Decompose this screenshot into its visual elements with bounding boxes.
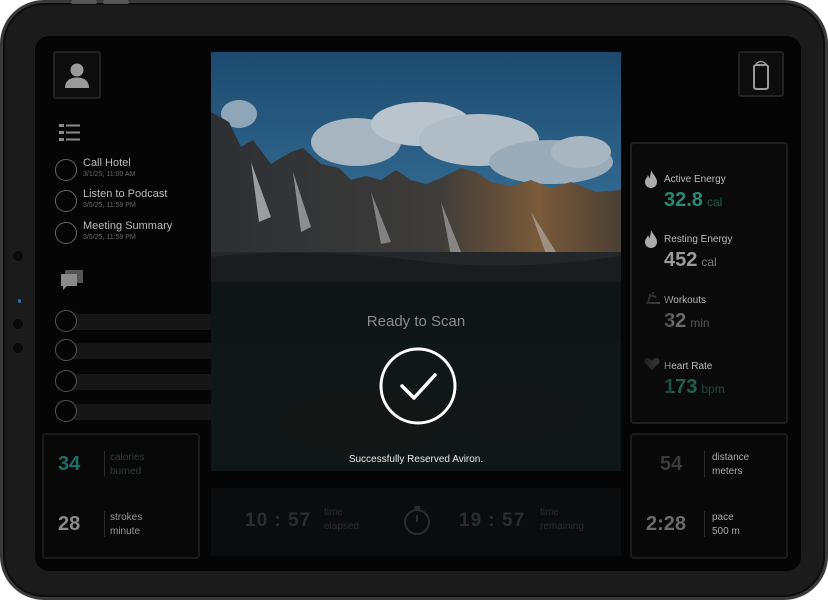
task-checkbox[interactable] (55, 190, 77, 212)
stat-label-line2: meters (712, 466, 743, 477)
flame-icon (645, 230, 657, 248)
task-title: Call Hotel (83, 157, 131, 169)
modal-title: Ready to Scan (366, 313, 466, 330)
metric-unit: min (690, 316, 710, 330)
tablet-frame: Call Hotel 3/1/25, 11:00 AM Listen to Po… (0, 0, 828, 600)
time-remaining-label-line2: remaining (540, 521, 584, 532)
stat-label: pace 500 m (712, 511, 740, 539)
stat-label-line2: minute (110, 526, 141, 537)
screen: Call Hotel 3/1/25, 11:00 AM Listen to Po… (35, 36, 801, 571)
slot-bar (73, 343, 217, 359)
stat-divider (104, 511, 105, 537)
side-button (13, 319, 23, 329)
slot-circle (55, 400, 77, 422)
metric-value: 173 bpm (664, 376, 725, 399)
metric-number: 32.8 (664, 189, 703, 211)
metric-value: 32.8 cal (664, 189, 722, 212)
stat-label-line1: distance (712, 452, 750, 463)
metric-unit: cal (706, 195, 723, 209)
remote-icon (753, 60, 769, 90)
timer-strip: 10 : 57 time elapsed 19 : 57 time remain… (211, 488, 621, 556)
left-stats-panel: 34 calories burned 28 strokes minute (42, 433, 200, 559)
top-button (103, 0, 129, 4)
stat-label-line1: pace (712, 512, 734, 523)
metric-number: 452 (664, 249, 698, 271)
metric-label: Resting Energy (664, 234, 733, 245)
stat-divider (104, 451, 105, 477)
stat-value: 34 (58, 453, 81, 475)
slot-bar (73, 404, 217, 420)
stat-distance: 54 distance meters (632, 447, 786, 487)
remote-button[interactable] (738, 51, 784, 97)
stat-label: calories burned (110, 451, 144, 479)
panel-shadow (632, 280, 672, 422)
mountain-landscape-image (211, 52, 621, 282)
task-checkbox[interactable] (55, 222, 77, 244)
stat-value: 2:28 (646, 513, 687, 535)
checkmark-icon (379, 347, 457, 425)
stat-label-line1: strokes (110, 512, 143, 523)
slot-circle (55, 370, 77, 392)
stat-label: strokes minute (110, 511, 142, 539)
task-date: 3/5/25, 11:59 PM (83, 234, 136, 241)
stat-strokes: 28 strokes minute (44, 507, 198, 547)
time-elapsed-value: 10 : 57 (245, 510, 312, 531)
metric-label: Active Energy (664, 174, 726, 185)
stat-label: distance meters (712, 451, 749, 479)
task-checkbox[interactable] (55, 159, 77, 181)
time-remaining-label: time remaining (540, 506, 584, 534)
stopwatch-icon (404, 506, 430, 535)
stat-calories: 34 calories burned (44, 447, 198, 487)
slot-circle (55, 339, 77, 361)
stat-label-line2: burned (110, 466, 142, 477)
user-icon (65, 63, 89, 88)
slot-bar (73, 374, 217, 390)
stat-divider (704, 511, 705, 537)
stat-label-line1: calories (110, 452, 145, 463)
flame-icon (645, 170, 657, 188)
metric-value: 452 cal (664, 249, 717, 272)
stat-pace: 2:28 pace 500 m (632, 507, 786, 547)
metric-unit: cal (701, 255, 717, 269)
slot-circle (55, 310, 77, 332)
modal-message: Successfully Reserved Aviron. (348, 454, 484, 465)
task-title: Meeting Summary (83, 220, 173, 232)
time-elapsed-label: time elapsed (324, 506, 359, 534)
health-metrics-panel: Active Energy 32.8 cal Resting Energy 452… (630, 142, 788, 424)
stat-label-line2: 500 m (712, 526, 740, 537)
task-title: Listen to Podcast (83, 188, 168, 200)
stat-value: 54 (660, 453, 683, 475)
list-icon (59, 124, 80, 141)
time-remaining-label-line1: time (540, 507, 559, 518)
camera-indicator (18, 299, 21, 303)
right-stats-panel: 54 distance meters 2:28 pace 500 m (630, 433, 788, 559)
time-elapsed-label-line1: time (324, 507, 343, 518)
side-button (13, 251, 23, 261)
top-button (71, 0, 97, 4)
side-button (13, 343, 23, 353)
scenic-photo (211, 52, 621, 282)
chat-icon (61, 270, 83, 290)
time-remaining-value: 19 : 57 (459, 510, 526, 531)
stat-divider (704, 451, 705, 477)
task-date: 3/1/25, 11:00 AM (83, 171, 136, 178)
profile-button[interactable] (53, 51, 101, 99)
task-date: 3/5/25, 11:59 PM (83, 202, 136, 209)
slot-bar (73, 314, 217, 330)
time-elapsed-label-line2: elapsed (324, 521, 360, 532)
metric-unit: bpm (701, 382, 725, 396)
stat-value: 28 (58, 513, 81, 535)
